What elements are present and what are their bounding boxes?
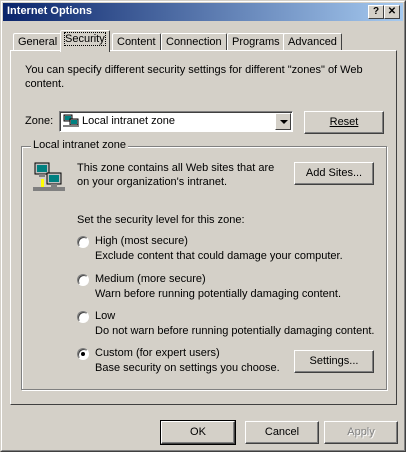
tab-content[interactable]: Content xyxy=(112,33,161,51)
close-icon[interactable]: ✕ xyxy=(384,5,400,19)
security-intro-line2: content. xyxy=(25,78,65,90)
level-low-desc: Do not warn before running potentially d… xyxy=(95,325,375,337)
settings-button[interactable]: Settings... xyxy=(294,350,374,373)
zone-select-value: Local intranet zone xyxy=(82,115,175,127)
tab-general[interactable]: General xyxy=(13,33,63,51)
chevron-down-icon[interactable] xyxy=(275,113,291,130)
level-medium-label[interactable]: Medium (more secure) xyxy=(95,273,206,285)
ok-button[interactable]: OK xyxy=(160,420,236,445)
tab-programs[interactable]: Programs xyxy=(227,33,285,51)
tab-connection[interactable]: Connection xyxy=(161,33,227,51)
radio-high[interactable] xyxy=(77,236,89,248)
security-intro-line1: You can specify different security setti… xyxy=(25,64,363,76)
level-custom-label[interactable]: Custom (for expert users) xyxy=(95,347,220,359)
level-medium-desc: Warn before running potentially damaging… xyxy=(95,288,342,300)
security-level-prompt: Set the security level for this zone: xyxy=(77,214,245,226)
reset-button[interactable]: Reset xyxy=(304,111,384,134)
level-high-desc: Exclude content that could damage your c… xyxy=(95,250,343,262)
radio-medium[interactable] xyxy=(77,274,89,286)
tab-advanced[interactable]: Advanced xyxy=(283,33,342,51)
add-sites-button[interactable]: Add Sites... xyxy=(294,162,374,185)
internet-options-window: Internet Options ? ✕ General Security Co… xyxy=(0,0,406,452)
intranet-computers-icon xyxy=(33,161,65,193)
zone-desc-line2: on your organization's intranet. xyxy=(77,176,228,188)
radio-custom[interactable] xyxy=(77,348,89,360)
help-icon[interactable]: ? xyxy=(368,5,384,19)
group-title: Local intranet zone xyxy=(31,139,128,151)
radio-low[interactable] xyxy=(77,311,89,323)
level-low-label[interactable]: Low xyxy=(95,310,115,322)
level-high-label[interactable]: High (most secure) xyxy=(95,235,188,247)
tab-security[interactable]: Security xyxy=(60,30,110,52)
intranet-zone-icon xyxy=(63,114,79,128)
zone-label: Zone: xyxy=(25,115,54,127)
level-custom-desc: Base security on settings you choose. xyxy=(95,362,280,374)
zone-select[interactable]: Local intranet zone xyxy=(59,111,293,132)
window-title: Internet Options xyxy=(7,5,92,17)
title-bar[interactable]: Internet Options ? ✕ xyxy=(3,3,403,21)
zone-desc-line1: This zone contains all Web sites that ar… xyxy=(77,162,275,174)
apply-button[interactable]: Apply xyxy=(324,421,398,444)
cancel-button[interactable]: Cancel xyxy=(245,421,319,444)
